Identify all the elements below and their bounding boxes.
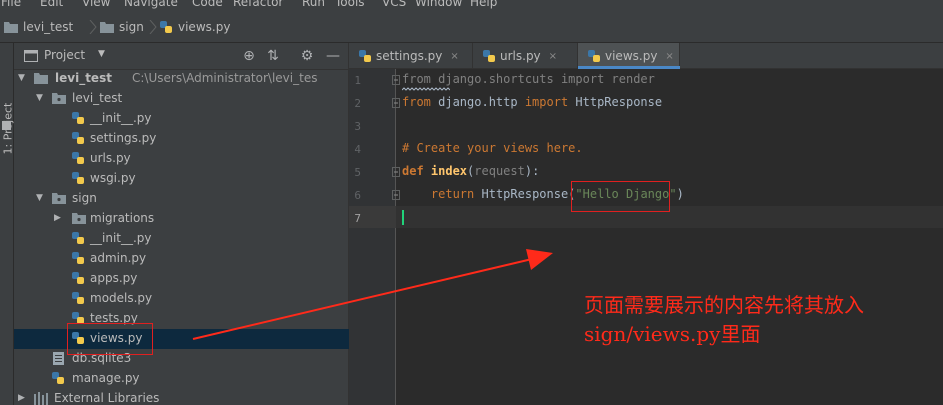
annotation-text-line-2: sign/views.py里面	[584, 322, 761, 346]
annotation-arrow	[192, 249, 553, 340]
annotation-text-line-1: 页面需要展示的内容先将其放入	[584, 293, 864, 317]
